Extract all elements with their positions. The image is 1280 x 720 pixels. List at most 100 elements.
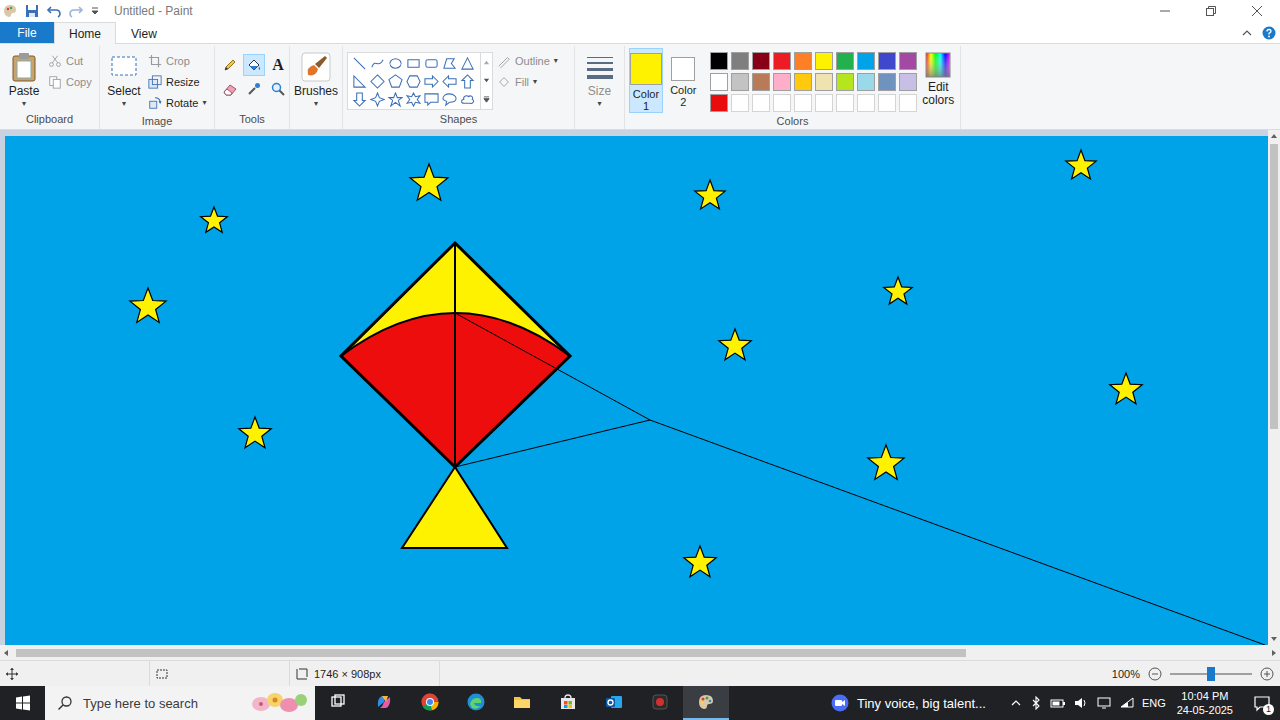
- palette-swatch[interactable]: [731, 73, 749, 91]
- media-widget[interactable]: Tiny voice, big talent...: [831, 694, 986, 712]
- hexagon-icon[interactable]: [406, 74, 421, 89]
- explorer-taskbar-button[interactable]: [499, 686, 545, 720]
- scroll-up-icon[interactable]: [1270, 132, 1278, 140]
- polygon-icon[interactable]: [442, 56, 457, 71]
- shape-option[interactable]: [368, 54, 386, 72]
- paste-button[interactable]: Paste▾: [4, 48, 44, 108]
- copy-icon[interactable]: [48, 75, 62, 89]
- minimize-button[interactable]: [1142, 0, 1188, 22]
- copilot-icon[interactable]: [374, 692, 394, 712]
- shape-option[interactable]: [350, 54, 368, 72]
- copy-button[interactable]: Copy: [48, 71, 92, 92]
- minimize-icon[interactable]: [1160, 6, 1170, 16]
- show-hidden-icons-icon[interactable]: [1010, 697, 1022, 709]
- undo-icon[interactable]: [46, 3, 62, 19]
- palette-swatch[interactable]: [857, 94, 875, 112]
- save-icon[interactable]: [24, 3, 40, 19]
- crop-button[interactable]: Crop: [148, 50, 206, 71]
- store-icon[interactable]: [558, 692, 578, 712]
- language-indicator[interactable]: ENG: [1142, 697, 1166, 709]
- display-icon[interactable]: [1096, 695, 1112, 711]
- clock[interactable]: 10:04 PM24-05-2025: [1173, 689, 1237, 717]
- brush-icon[interactable]: [300, 51, 332, 83]
- palette-swatch[interactable]: [836, 94, 854, 112]
- fill-tool[interactable]: [243, 54, 265, 76]
- fill-bucket-icon[interactable]: [246, 57, 262, 73]
- gallery-scroll[interactable]: [480, 53, 492, 109]
- gallery-more-icon[interactable]: [483, 96, 490, 103]
- edge-icon[interactable]: [466, 692, 486, 712]
- palette-swatch[interactable]: [710, 52, 728, 70]
- pencil-tool[interactable]: [219, 54, 241, 76]
- taskview-taskbar-button[interactable]: [315, 686, 361, 720]
- shape-option[interactable]: [404, 90, 422, 108]
- bluetooth-icon[interactable]: [1029, 696, 1043, 710]
- color-spectrum-icon[interactable]: [924, 51, 952, 79]
- fill-icon[interactable]: [497, 75, 511, 89]
- diamond-icon[interactable]: [370, 74, 385, 89]
- rectangle-callout-icon[interactable]: [424, 92, 439, 107]
- palette-swatch[interactable]: [878, 52, 896, 70]
- paint-taskbar-button[interactable]: [683, 686, 729, 720]
- shape-option[interactable]: [386, 90, 404, 108]
- ribbon-tab[interactable]: Home: [54, 22, 116, 44]
- cloud-callout-icon[interactable]: [460, 92, 475, 107]
- picker-tool[interactable]: [243, 78, 265, 100]
- search-box[interactable]: Type here to search: [45, 686, 315, 720]
- line-size-icon[interactable]: [584, 51, 616, 83]
- right-triangle-icon[interactable]: [352, 74, 367, 89]
- pentagon-icon[interactable]: [388, 74, 403, 89]
- rotate-button[interactable]: Rotate▾: [148, 92, 206, 113]
- shape-option[interactable]: [368, 90, 386, 108]
- palette-swatch[interactable]: [731, 94, 749, 112]
- outlook-taskbar-button[interactable]: [591, 686, 637, 720]
- palette-swatch[interactable]: [773, 73, 791, 91]
- shape-option[interactable]: [350, 72, 368, 90]
- copilot-taskbar-button[interactable]: [361, 686, 407, 720]
- shape-option[interactable]: [386, 54, 404, 72]
- edit-colors-button[interactable]: Edit colors: [921, 48, 956, 107]
- resize-icon[interactable]: [148, 75, 162, 89]
- palette-swatch[interactable]: [731, 52, 749, 70]
- close-icon[interactable]: [1252, 6, 1262, 16]
- wifi-icon[interactable]: [1119, 695, 1135, 711]
- shape-option[interactable]: [440, 54, 458, 72]
- oval-callout-icon[interactable]: [442, 92, 457, 107]
- store-taskbar-button[interactable]: [545, 686, 591, 720]
- palette-swatch[interactable]: [836, 73, 854, 91]
- scroll-down-icon[interactable]: [483, 77, 490, 84]
- palette-swatch[interactable]: [710, 73, 728, 91]
- horizontal-scrollbar[interactable]: [0, 645, 1280, 660]
- color-slot[interactable]: Color 1: [629, 48, 663, 113]
- recorder-icon[interactable]: [650, 692, 670, 712]
- palette-swatch[interactable]: [878, 94, 896, 112]
- select-button[interactable]: Select▾: [104, 48, 144, 108]
- crop-icon[interactable]: [148, 54, 162, 68]
- outlook-icon[interactable]: [604, 692, 624, 712]
- explorer-icon[interactable]: [512, 692, 532, 712]
- shape-option[interactable]: [440, 90, 458, 108]
- redo-icon[interactable]: [68, 3, 84, 19]
- close-button[interactable]: [1234, 0, 1280, 22]
- chrome-icon[interactable]: [420, 692, 440, 712]
- scroll-thumb[interactable]: [1270, 144, 1278, 429]
- zoom-out-icon[interactable]: [1148, 667, 1162, 681]
- shape-fill-button[interactable]: Fill▾: [497, 71, 558, 92]
- shape-option[interactable]: [422, 54, 440, 72]
- shape-option[interactable]: [458, 90, 476, 108]
- left-arrow-icon[interactable]: [442, 74, 457, 89]
- chrome-taskbar-button[interactable]: [407, 686, 453, 720]
- size-button[interactable]: Size▾: [579, 48, 620, 108]
- vertical-scrollbar[interactable]: [1268, 130, 1280, 645]
- scissors-icon[interactable]: [48, 54, 62, 68]
- shape-option[interactable]: [440, 72, 458, 90]
- color-picker-icon[interactable]: [246, 81, 262, 97]
- battery-icon[interactable]: [1050, 695, 1066, 711]
- palette-swatch[interactable]: [794, 73, 812, 91]
- shape-option[interactable]: [458, 54, 476, 72]
- shape-option[interactable]: [458, 72, 476, 90]
- collapse-ribbon-icon[interactable]: [1242, 28, 1252, 38]
- five-point-star-icon[interactable]: [388, 92, 403, 107]
- palette-swatch[interactable]: [899, 94, 917, 112]
- rectangle-icon[interactable]: [406, 56, 421, 71]
